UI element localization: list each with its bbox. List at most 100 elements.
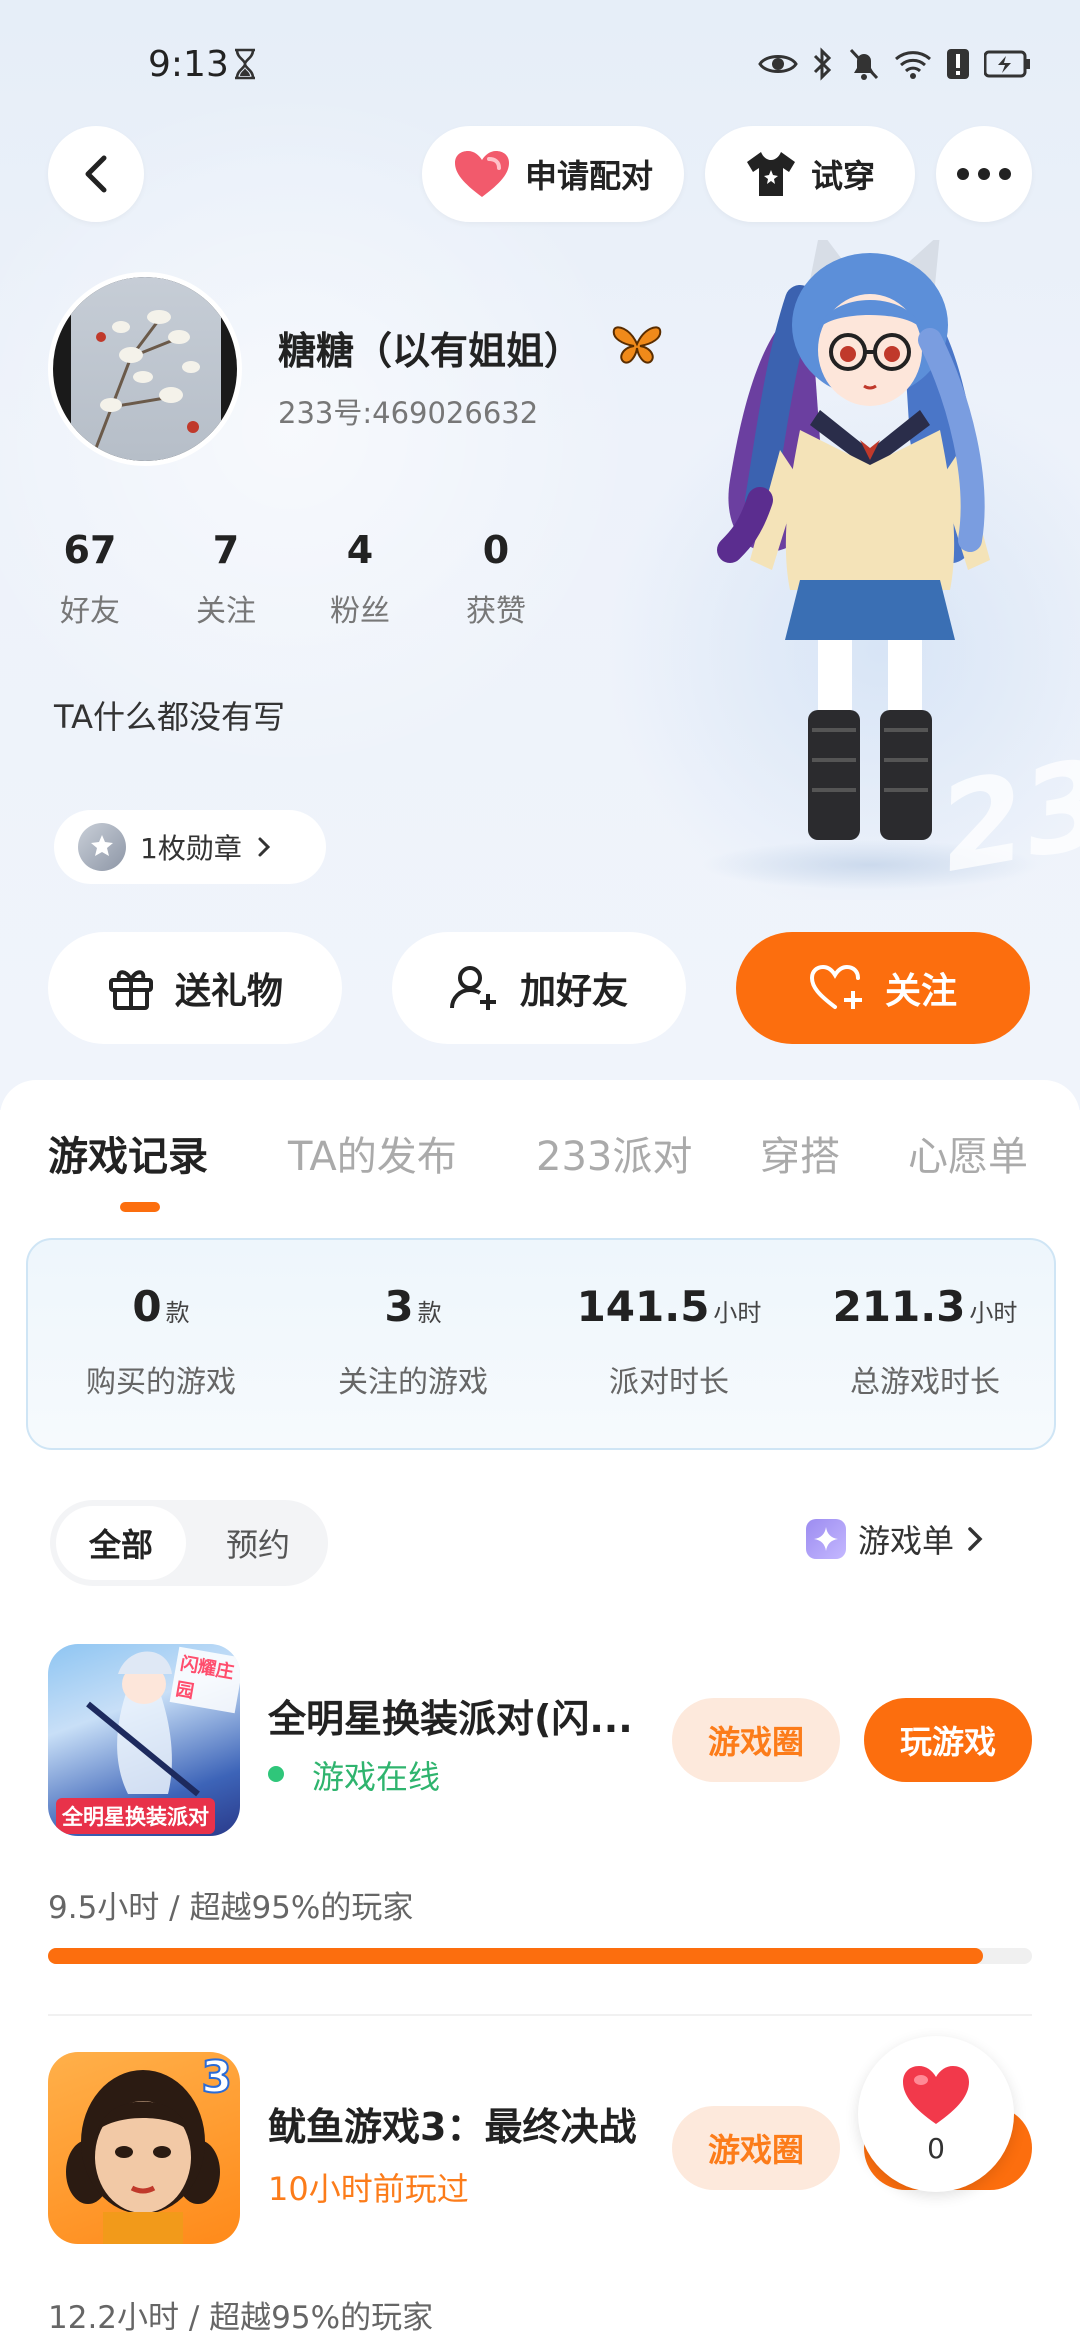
playtime-text: 9.5小时 / 超越95%的玩家 xyxy=(48,1890,414,1926)
playtime-text: 12.2小时 / 超越95%的玩家 xyxy=(48,2300,434,2336)
card-number: 0 xyxy=(132,1282,162,1331)
divider xyxy=(48,2014,1032,2016)
status-time: 9:13 xyxy=(148,44,229,85)
like-count: 0 xyxy=(927,2131,945,2165)
stat-purchased-games[interactable]: 0款 购买的游戏 xyxy=(36,1282,286,1401)
butterfly-icon xyxy=(612,326,662,364)
follow-label: 关注 xyxy=(884,971,957,1012)
game-icon[interactable]: 3 xyxy=(48,2052,240,2244)
badge-count: 1枚勋章 xyxy=(140,832,242,865)
stat-fans[interactable]: 4 粉丝 xyxy=(300,528,420,630)
request-pair-label: 申请配对 xyxy=(524,157,653,195)
nickname: 糖糖（以有姐姐） xyxy=(278,329,583,373)
tab-indicator xyxy=(120,1202,160,1212)
tab-outfits[interactable]: 穿搭 xyxy=(760,1124,840,1182)
chevron-right-icon xyxy=(258,837,270,857)
card-unit: 小时 xyxy=(969,1299,1018,1327)
stat-likes[interactable]: 0 获赞 xyxy=(436,528,556,630)
playtime-progress-fill xyxy=(48,1948,983,1964)
heart-plus-icon xyxy=(809,964,862,1009)
game-icon-badge: 3 xyxy=(200,2052,233,2104)
badge-button[interactable]: 1枚勋章 xyxy=(54,810,326,884)
game-title[interactable]: 鱿鱼游戏3：最终决战 xyxy=(268,2096,636,2151)
more-button[interactable] xyxy=(936,126,1032,222)
game-title[interactable]: 全明星换装派对(闪... xyxy=(268,1688,633,1743)
game-circle-button[interactable]: 游戏圈 xyxy=(672,2106,840,2190)
tshirt-icon xyxy=(746,152,795,196)
card-number: 141.5 xyxy=(576,1282,710,1331)
stat-number: 7 xyxy=(212,528,240,572)
like-button[interactable]: 0 xyxy=(858,2036,1014,2192)
add-user-icon xyxy=(449,966,496,1010)
user-id: 233号:469026632 xyxy=(278,396,539,430)
stat-number: 67 xyxy=(63,528,117,572)
follow-button[interactable]: 关注 xyxy=(736,932,1030,1044)
alert-icon xyxy=(947,49,969,79)
online-status-dot xyxy=(268,1766,284,1782)
tab-posts[interactable]: TA的发布 xyxy=(288,1124,457,1182)
stat-label: 粉丝 xyxy=(330,594,390,629)
eye-icon xyxy=(758,55,798,73)
game-list-label: 游戏单 xyxy=(858,1522,955,1560)
status-bar: 9:13 xyxy=(0,0,1080,130)
card-unit: 小时 xyxy=(713,1299,762,1327)
send-gift-label: 送礼物 xyxy=(174,971,283,1012)
bio: TA什么都没有写 xyxy=(54,698,285,736)
avatar-image xyxy=(53,277,237,461)
back-button[interactable] xyxy=(48,126,144,222)
stat-party-time[interactable]: 141.5 小时 派对时长 xyxy=(544,1282,794,1401)
card-label: 总游戏时长 xyxy=(850,1365,1000,1400)
gift-icon xyxy=(108,970,153,1010)
mute-bell-icon xyxy=(849,48,879,80)
request-pair-button[interactable]: 申请配对 xyxy=(422,126,684,222)
game-circle-button[interactable]: 游戏圈 xyxy=(672,1698,840,1782)
avatar-character[interactable] xyxy=(700,240,1040,880)
game-icon-caption: 全明星换装派对 xyxy=(56,1798,215,1834)
stat-following[interactable]: 7 关注 xyxy=(166,528,286,630)
send-gift-button[interactable]: 送礼物 xyxy=(48,932,342,1044)
sparkle-icon xyxy=(806,1519,846,1559)
game-icon-badge: 闪耀庄园 xyxy=(169,1646,240,1714)
stat-label: 好友 xyxy=(60,594,120,629)
tab-wishlist[interactable]: 心愿单 xyxy=(908,1124,1028,1182)
battery-charging-icon xyxy=(984,50,1030,78)
last-played: 10小时前玩过 xyxy=(268,2170,469,2208)
chevron-right-icon xyxy=(968,1527,983,1551)
heart-icon xyxy=(903,2065,969,2124)
playtime-progress xyxy=(48,1948,1032,1964)
add-friend-label: 加好友 xyxy=(519,971,628,1012)
stat-number: 0 xyxy=(482,528,510,572)
medal-icon xyxy=(78,823,126,871)
more-dots-icon xyxy=(957,168,1011,180)
card-number: 211.3 xyxy=(832,1282,966,1331)
play-game-button[interactable]: 玩游戏 xyxy=(864,1698,1032,1782)
heart-icon xyxy=(454,151,509,197)
add-friend-button[interactable]: 加好友 xyxy=(392,932,686,1044)
card-number: 3 xyxy=(384,1282,414,1331)
try-on-button[interactable]: 试穿 xyxy=(705,126,915,222)
card-label: 派对时长 xyxy=(609,1365,729,1400)
stat-label: 关注 xyxy=(196,594,256,629)
wifi-icon xyxy=(895,51,931,79)
stat-followed-games[interactable]: 3款 关注的游戏 xyxy=(288,1282,538,1401)
card-label: 关注的游戏 xyxy=(338,1365,488,1400)
status-icons xyxy=(758,46,1032,82)
magnolia-image xyxy=(89,310,200,461)
game-icon[interactable]: 闪耀庄园 全明星换装派对 xyxy=(48,1644,240,1836)
stat-friends[interactable]: 67 好友 xyxy=(30,528,150,630)
game-status: 游戏在线 xyxy=(312,1758,441,1796)
card-unit: 款 xyxy=(165,1299,190,1327)
card-label: 购买的游戏 xyxy=(86,1365,236,1400)
tab-game-records[interactable]: 游戏记录 xyxy=(48,1124,208,1182)
avatar[interactable] xyxy=(48,272,242,466)
stat-number: 4 xyxy=(346,528,374,572)
stat-total-playtime[interactable]: 211.3 小时 总游戏时长 xyxy=(800,1282,1050,1401)
try-on-label: 试穿 xyxy=(810,157,875,195)
stat-label: 获赞 xyxy=(466,594,526,629)
hourglass-icon xyxy=(235,48,255,80)
filter-reserve[interactable]: 预约 xyxy=(196,1506,320,1580)
game-list-link[interactable]: 游戏单 xyxy=(806,1516,984,1562)
filter-all[interactable]: 全部 xyxy=(56,1506,186,1580)
bluetooth-icon xyxy=(813,47,832,81)
tab-233-party[interactable]: 233派对 xyxy=(536,1124,692,1182)
